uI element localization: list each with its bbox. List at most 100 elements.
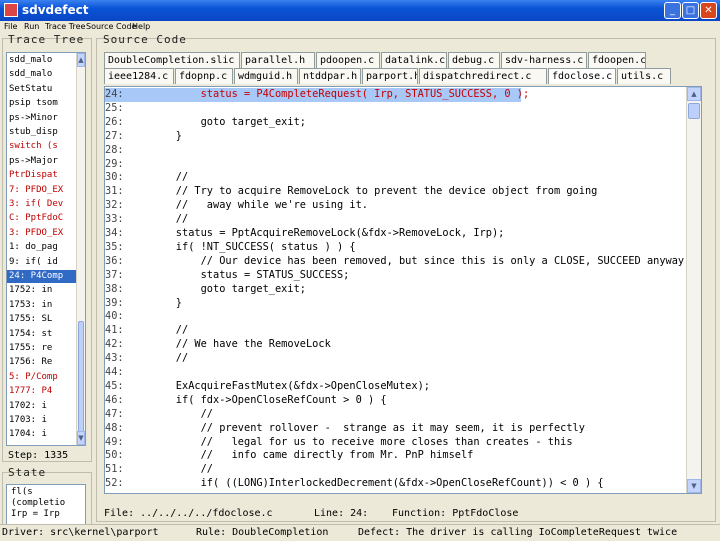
tree-node[interactable]: 1755: SL: [7, 313, 77, 326]
code-line: 51: //: [105, 463, 213, 477]
close-button[interactable]: ✕: [700, 2, 717, 19]
step-label: Step: 1335: [8, 450, 69, 461]
code-line: 33: //: [105, 213, 188, 227]
line-number-gutter: 30:: [105, 171, 124, 184]
code-line: 50: // info came directly from Mr. PnP h…: [105, 449, 473, 463]
line-number-gutter: 29:: [105, 157, 124, 170]
tree-node[interactable]: switch (s: [7, 140, 77, 153]
tab-ieee1284-c[interactable]: ieee1284.c: [104, 68, 174, 84]
line-number-gutter: 50:: [105, 449, 124, 462]
tree-node[interactable]: 1752: in: [7, 284, 77, 297]
tab-debug-c[interactable]: debug.c: [448, 52, 500, 68]
tree-node[interactable]: psip tsom: [7, 97, 77, 110]
code-text: // Our device has been removed, but sinc…: [151, 254, 691, 267]
tree-node[interactable]: ps->Major: [7, 155, 77, 168]
line-number-gutter: 31:: [105, 185, 124, 198]
tab-fdoopen-c[interactable]: fdoopen.c: [588, 52, 646, 68]
tab-doublecompletion-slic[interactable]: DoubleCompletion.slic: [104, 52, 240, 68]
tree-node[interactable]: 1: do_pag: [7, 241, 77, 254]
tree-node[interactable]: sdd_malo: [7, 54, 77, 67]
tree-node[interactable]: C: PptFdoC: [7, 212, 77, 225]
tab-fdoclose-c[interactable]: fdoclose.c: [548, 68, 616, 84]
tree-node[interactable]: 5: P/Comp: [7, 371, 77, 384]
maximize-button[interactable]: □: [682, 2, 699, 19]
source-editor[interactable]: 24: status = P4CompleteRequest( Irp, STA…: [104, 86, 702, 494]
tree-node[interactable]: 3: PFDO_EX: [7, 227, 77, 240]
tab-parport-h[interactable]: parport.h: [362, 68, 418, 84]
line-number-gutter: 33:: [105, 213, 124, 226]
scroll-up-icon[interactable]: ▲: [687, 87, 701, 101]
code-text: }: [151, 129, 182, 142]
tab-pdoopen-c[interactable]: pdoopen.c: [316, 52, 380, 68]
tree-node[interactable]: 9: if( id: [7, 256, 77, 269]
scroll-down-icon[interactable]: ▼: [77, 431, 85, 445]
tree-node[interactable]: 1703: i: [7, 414, 77, 427]
code-text: //: [151, 407, 213, 420]
line-number-gutter: 43:: [105, 352, 124, 365]
menu-run[interactable]: Run: [24, 21, 39, 33]
trace-tree-scrollbar[interactable]: ▲ ▼: [76, 53, 85, 445]
tree-node[interactable]: 1755: re: [7, 342, 77, 355]
line-number-gutter: 36:: [105, 254, 124, 267]
tab-fdopnp-c[interactable]: fdopnp.c: [175, 68, 233, 84]
code-text: //: [151, 213, 189, 226]
code-line: 26: goto target_exit;: [105, 116, 306, 130]
scroll-down-icon[interactable]: ▼: [687, 479, 701, 493]
tree-node[interactable]: 1754: st: [7, 328, 77, 341]
menu-help[interactable]: Help: [132, 21, 150, 33]
code-line: 28:: [105, 144, 151, 158]
tab-utils-c[interactable]: utils.c: [617, 68, 671, 84]
line-number-gutter: 38:: [105, 282, 124, 295]
driver-status: Driver: src\kernel\parport: [2, 527, 159, 538]
code-text: status = P4CompleteRequest( Irp, STATUS_…: [151, 88, 530, 100]
tree-node[interactable]: 3: if( Dev: [7, 198, 77, 211]
tab-dispatchredirect-c[interactable]: dispatchredirect.c: [419, 68, 547, 84]
menu-trace-tree[interactable]: Trace Tree: [45, 21, 85, 33]
tree-node[interactable]: 24: P4Comp: [7, 270, 77, 283]
title-bar: sdvdefect _ □ ✕: [0, 0, 720, 21]
code-text: // away while we're using it.: [151, 199, 368, 212]
tree-node[interactable]: 1777: P4: [7, 385, 77, 398]
tab-ntddpar-h[interactable]: ntddpar.h: [299, 68, 361, 84]
code-text: //: [151, 324, 189, 337]
minimize-button[interactable]: _: [664, 2, 681, 19]
code-line: 44:: [105, 366, 151, 380]
code-line: 27: }: [105, 130, 182, 144]
code-text: // legal for us to receive more closes t…: [151, 435, 573, 448]
tree-node[interactable]: 1704: i: [7, 428, 77, 441]
tab-wdmguid-h[interactable]: wdmguid.h: [234, 68, 298, 84]
tree-node[interactable]: ps->Minor: [7, 112, 77, 125]
tree-node[interactable]: 1753: in: [7, 299, 77, 312]
tree-node[interactable]: 1702: i: [7, 400, 77, 413]
line-number-gutter: 35:: [105, 240, 124, 253]
scroll-up-icon[interactable]: ▲: [77, 53, 85, 67]
tree-node[interactable]: 7: PFDO_EX: [7, 184, 77, 197]
scroll-thumb[interactable]: [78, 321, 84, 443]
tree-node[interactable]: SetStatu: [7, 83, 77, 96]
tab-sdv-harness-c[interactable]: sdv-harness.c: [501, 52, 587, 68]
tab-datalink-c[interactable]: datalink.c: [381, 52, 447, 68]
tree-node[interactable]: sdd_malo: [7, 68, 77, 81]
menu-source-code[interactable]: Source Code: [86, 21, 137, 33]
tree-node[interactable]: PtrDispat: [7, 169, 77, 182]
state-line: fl(s: [11, 487, 33, 497]
app-icon: [4, 3, 18, 17]
code-line: 39: }: [105, 297, 182, 311]
code-line: 30: //: [105, 171, 188, 185]
line-number-gutter: 46:: [105, 393, 124, 406]
menu-file[interactable]: File: [4, 21, 17, 33]
line-number-gutter: 24:: [105, 88, 124, 100]
code-line: 42: // We have the RemoveLock: [105, 338, 331, 352]
file-path: File: ../../../../fdoclose.c: [104, 508, 273, 519]
scroll-thumb[interactable]: [688, 103, 700, 119]
tab-parallel-h[interactable]: parallel.h: [241, 52, 315, 68]
code-text: //: [151, 352, 189, 365]
tree-node[interactable]: 1756: Re: [7, 356, 77, 369]
trace-tree[interactable]: sdd_malo sdd_malo SetStatu psip tsom ps->Min…: [6, 52, 86, 446]
line-number-gutter: 48:: [105, 421, 124, 434]
state-line: Irp = Irp: [11, 509, 60, 519]
code-line: 46: if( fdx->OpenCloseRefCount > 0 ) {: [105, 394, 387, 408]
tree-node[interactable]: stub_disp: [7, 126, 77, 139]
editor-scrollbar[interactable]: ▲ ▼: [686, 87, 701, 493]
code-text: //: [151, 463, 213, 476]
